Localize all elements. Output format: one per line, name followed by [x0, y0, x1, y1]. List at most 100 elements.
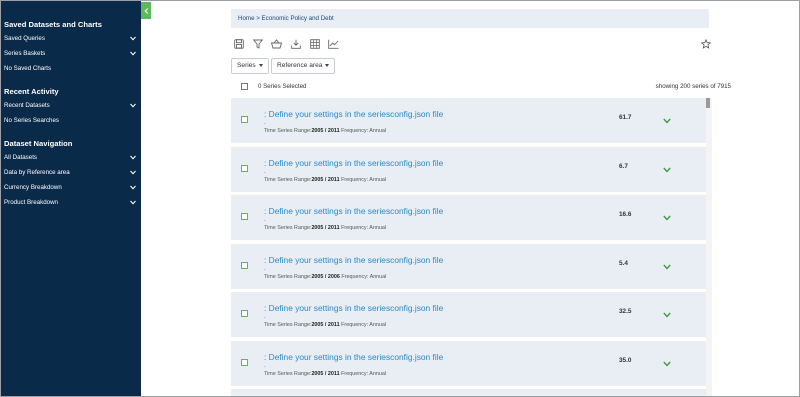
series-row[interactable]: : Define your settings in the seriesconf… [231, 292, 706, 337]
sidebar-heading-saved: Saved Datasets and Charts [4, 20, 102, 29]
chevron-down-icon[interactable] [663, 264, 671, 270]
series-list: : Define your settings in the seriesconf… [231, 98, 706, 396]
range-value: 2005 / 2006 [311, 273, 340, 280]
series-checkbox[interactable] [241, 358, 248, 366]
series-checkbox[interactable] [241, 213, 248, 220]
frequency-label: Frequency: [341, 322, 369, 328]
sidebar-item-label: Recent Datasets [4, 102, 50, 109]
series-latest-value: 6.7 [619, 162, 628, 170]
sidebar-item-label: Series Baskets [4, 50, 46, 57]
series-dropdown[interactable]: Series [231, 58, 269, 74]
frequency-label: Frequency: [341, 370, 369, 377]
sidebar-item-label: All Datasets [4, 154, 38, 161]
series-dropdown-label: Series [237, 62, 256, 69]
scrollbar-thumb[interactable] [706, 98, 710, 108]
sidebar-item-series-baskets[interactable]: Series Baskets [1, 46, 141, 61]
range-label: Time Series Range: [264, 370, 312, 377]
series-row[interactable]: : Define your settings in the seriesconf… [231, 195, 706, 240]
chevron-down-icon[interactable] [663, 215, 671, 221]
chevron-down-icon[interactable] [663, 312, 671, 318]
frequency-label: Frequency: [341, 176, 369, 183]
series-title-link[interactable]: : Define your settings in the seriesconf… [264, 255, 443, 265]
reference-area-dropdown-label: Reference area [277, 62, 323, 69]
star-icon[interactable] [701, 39, 711, 49]
list-scrollbar[interactable] [706, 98, 712, 396]
chevron-left-icon [143, 7, 148, 14]
series-row[interactable] [231, 389, 706, 396]
series-count: showing 200 series of 7915 [655, 83, 731, 90]
series-row[interactable]: : Define your settings in the seriesconf… [231, 340, 706, 386]
caret-down-icon [325, 63, 330, 67]
download-icon[interactable] [290, 38, 301, 49]
sidebar-heading-recent: Recent Activity [4, 87, 59, 96]
select-all-checkbox[interactable] [241, 83, 248, 90]
series-latest-value: 61.7 [619, 114, 632, 121]
sidebar-item-recent-datasets[interactable]: Recent Datasets [1, 98, 141, 113]
chevron-down-icon [130, 185, 136, 190]
chevron-down-icon [130, 51, 136, 56]
range-label: Time Series Range: [264, 273, 312, 280]
chevron-down-icon [130, 103, 136, 108]
sidebar: Saved Datasets and Charts Saved Queries … [1, 1, 141, 396]
chevron-down-icon[interactable] [663, 167, 671, 173]
breadcrumb[interactable]: Home > Economic Policy and Debt [231, 9, 709, 28]
sidebar-item-label: Saved Queries [4, 35, 45, 42]
chevron-down-icon [130, 200, 136, 205]
table-icon[interactable] [309, 38, 320, 49]
app-frame: Saved Datasets and Charts Saved Queries … [0, 0, 800, 397]
range-label: Time Series Range: [264, 225, 312, 231]
toolbar [233, 38, 339, 50]
frequency-value: Annual [369, 128, 387, 134]
chevron-down-icon[interactable] [663, 361, 671, 367]
series-row[interactable]: : Define your settings in the seriesconf… [231, 146, 706, 192]
series-row[interactable]: : Define your settings in the seriesconf… [231, 243, 706, 289]
sidebar-item-all-datasets[interactable]: All Datasets [1, 150, 141, 165]
series-latest-value: 32.5 [619, 308, 632, 315]
save-icon[interactable] [233, 38, 244, 49]
series-meta: Time Series Range:2005 / 2011 Frequency:… [264, 225, 386, 231]
series-title-link[interactable]: : Define your settings in the seriesconf… [264, 109, 443, 119]
sidebar-collapse-button[interactable] [141, 2, 151, 19]
main-content: Home > Economic Policy and Debt Series R… [151, 1, 799, 396]
series-checkbox[interactable] [241, 164, 248, 172]
range-label: Time Series Range: [264, 322, 312, 328]
sidebar-item-reference-area[interactable]: Data by Reference area [1, 165, 141, 180]
sidebar-item-no-series-searches: No Series Searches [1, 113, 141, 128]
series-subtitle: . [264, 265, 266, 272]
series-title-link[interactable]: : Define your settings in the seriesconf… [264, 206, 443, 216]
sidebar-item-currency-breakdown[interactable]: Currency Breakdown [1, 180, 141, 195]
series-title-link[interactable]: : Define your settings in the seriesconf… [264, 303, 443, 313]
sidebar-item-saved-queries[interactable]: Saved Queries [1, 31, 141, 46]
series-latest-value: 16.6 [619, 211, 632, 218]
sidebar-heading-navigation: Dataset Navigation [4, 139, 73, 148]
sidebar-item-no-saved-charts: No Saved Charts [1, 61, 141, 76]
series-meta: Time Series Range:2005 / 2011 Frequency:… [264, 128, 386, 134]
series-meta: Time Series Range:2005 / 2011 Frequency:… [264, 371, 386, 377]
filter-icon[interactable] [252, 38, 263, 49]
series-latest-value: 5.4 [619, 259, 628, 267]
series-checkbox[interactable] [241, 261, 248, 269]
chart-icon[interactable] [328, 38, 339, 49]
series-title-link[interactable]: : Define your settings in the seriesconf… [264, 158, 443, 168]
sidebar-item-label: No Series Searches [4, 117, 60, 124]
selection-bar: 0 Series Selected showing 200 series of … [231, 81, 731, 93]
reference-area-dropdown[interactable]: Reference area [271, 58, 336, 74]
sidebar-item-label: Currency Breakdown [4, 184, 62, 191]
sidebar-item-label: Product Breakdown [4, 199, 58, 206]
range-label: Time Series Range: [264, 176, 312, 183]
frequency-value: Annual [369, 176, 387, 183]
selection-count: 0 Series Selected [258, 83, 307, 90]
series-subtitle: . [264, 217, 266, 223]
series-subtitle: . [264, 362, 266, 369]
series-latest-value: 35.0 [619, 356, 632, 364]
series-title-link[interactable]: : Define your settings in the seriesconf… [264, 352, 443, 362]
range-value: 2005 / 2011 [311, 370, 340, 377]
chevron-down-icon[interactable] [663, 118, 671, 124]
series-meta: Time Series Range:2005 / 2011 Frequency:… [264, 177, 386, 183]
frequency-value: Annual [369, 225, 387, 231]
series-checkbox[interactable] [241, 116, 248, 123]
series-row[interactable]: : Define your settings in the seriesconf… [231, 98, 706, 143]
sidebar-item-product-breakdown[interactable]: Product Breakdown [1, 195, 141, 210]
basket-icon[interactable] [271, 38, 282, 49]
series-checkbox[interactable] [241, 310, 248, 317]
